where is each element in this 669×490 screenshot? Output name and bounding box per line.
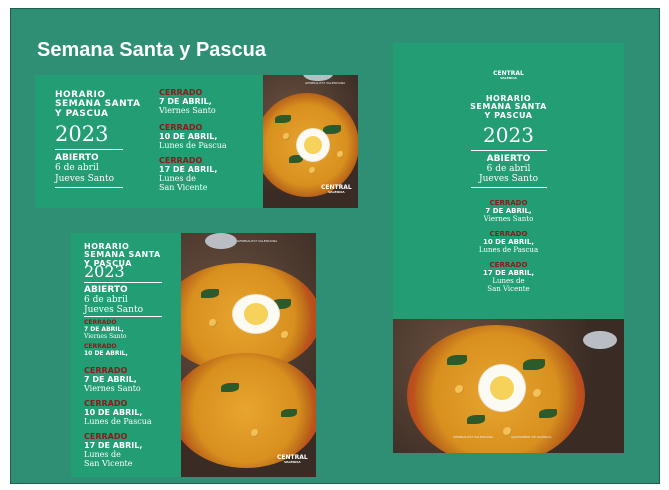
poster-square[interactable]: HORARIO SEMANA SANTA Y PASCUA 2023 ABIER… xyxy=(71,233,316,477)
sponsor-text-1: GENERALITAT VALENCIANA xyxy=(453,435,494,439)
closed-day-1: Viernes Santo xyxy=(159,106,216,115)
closed-day-3b: San Vicente xyxy=(487,285,530,293)
stew-photo: GENERALITAT VALENCIANA CENTRAL VALÈNCIA xyxy=(181,233,316,477)
poster-year: 2023 xyxy=(483,123,534,147)
slide-title: Semana Santa y Pascua xyxy=(37,39,267,61)
closed-date-2: 10 DE ABRIL, xyxy=(84,350,128,357)
closed-day-3b: San Vicente xyxy=(159,183,208,192)
poster-year: 2023 xyxy=(55,122,109,146)
central-logo: CENTRAL VALÈNCIA xyxy=(493,70,524,80)
closed-day-3b: San Vicente xyxy=(84,459,133,468)
poster-horizontal[interactable]: HORARIO SEMANA SANTA Y PASCUA 2023 ABIER… xyxy=(35,75,358,208)
central-logo: CENTRAL VALÈNCIA xyxy=(277,454,308,464)
closed-day-1: Viernes Santo xyxy=(84,333,127,340)
poster-year: 2023 xyxy=(84,262,125,281)
stew-photo: GENERALITAT VALENCIANA AJUNTAMENT DE VAL… xyxy=(393,319,624,453)
poster-heading-line3: Y PASCUA xyxy=(55,108,109,119)
open-day: Jueves Santo xyxy=(55,174,114,184)
closed-day-2: Lunes de Pascua xyxy=(159,141,227,150)
closed-day-2: Lunes de Pascua xyxy=(478,246,539,254)
sponsor-text: GENERALITAT VALENCIANA xyxy=(305,81,346,85)
closed-day-1b: Viernes Santo xyxy=(84,384,141,393)
open-day: Jueves Santo xyxy=(479,174,538,184)
stew-photo: GENERALITAT VALENCIANA CENTRAL VALÈNCIA xyxy=(263,75,358,208)
sponsor-text-2: AJUNTAMENT DE VALÈNCIA xyxy=(511,435,552,439)
central-logo: CENTRAL VALÈNCIA xyxy=(321,184,352,194)
poster-heading-line3: Y PASCUA xyxy=(484,110,533,120)
open-day: Jueves Santo xyxy=(84,305,143,315)
closed-day-1: Viernes Santo xyxy=(483,215,534,223)
poster-vertical[interactable]: CENTRAL VALÈNCIA HORARIO SEMANA SANTA Y … xyxy=(393,43,624,453)
closed-day-2b: Lunes de Pascua xyxy=(84,417,152,426)
open-date: 6 de abril xyxy=(55,163,99,173)
presentation-slide: Semana Santa y Pascua HORARIO SEMANA SAN… xyxy=(10,8,660,484)
sponsor-text: GENERALITAT VALENCIANA xyxy=(237,239,278,243)
